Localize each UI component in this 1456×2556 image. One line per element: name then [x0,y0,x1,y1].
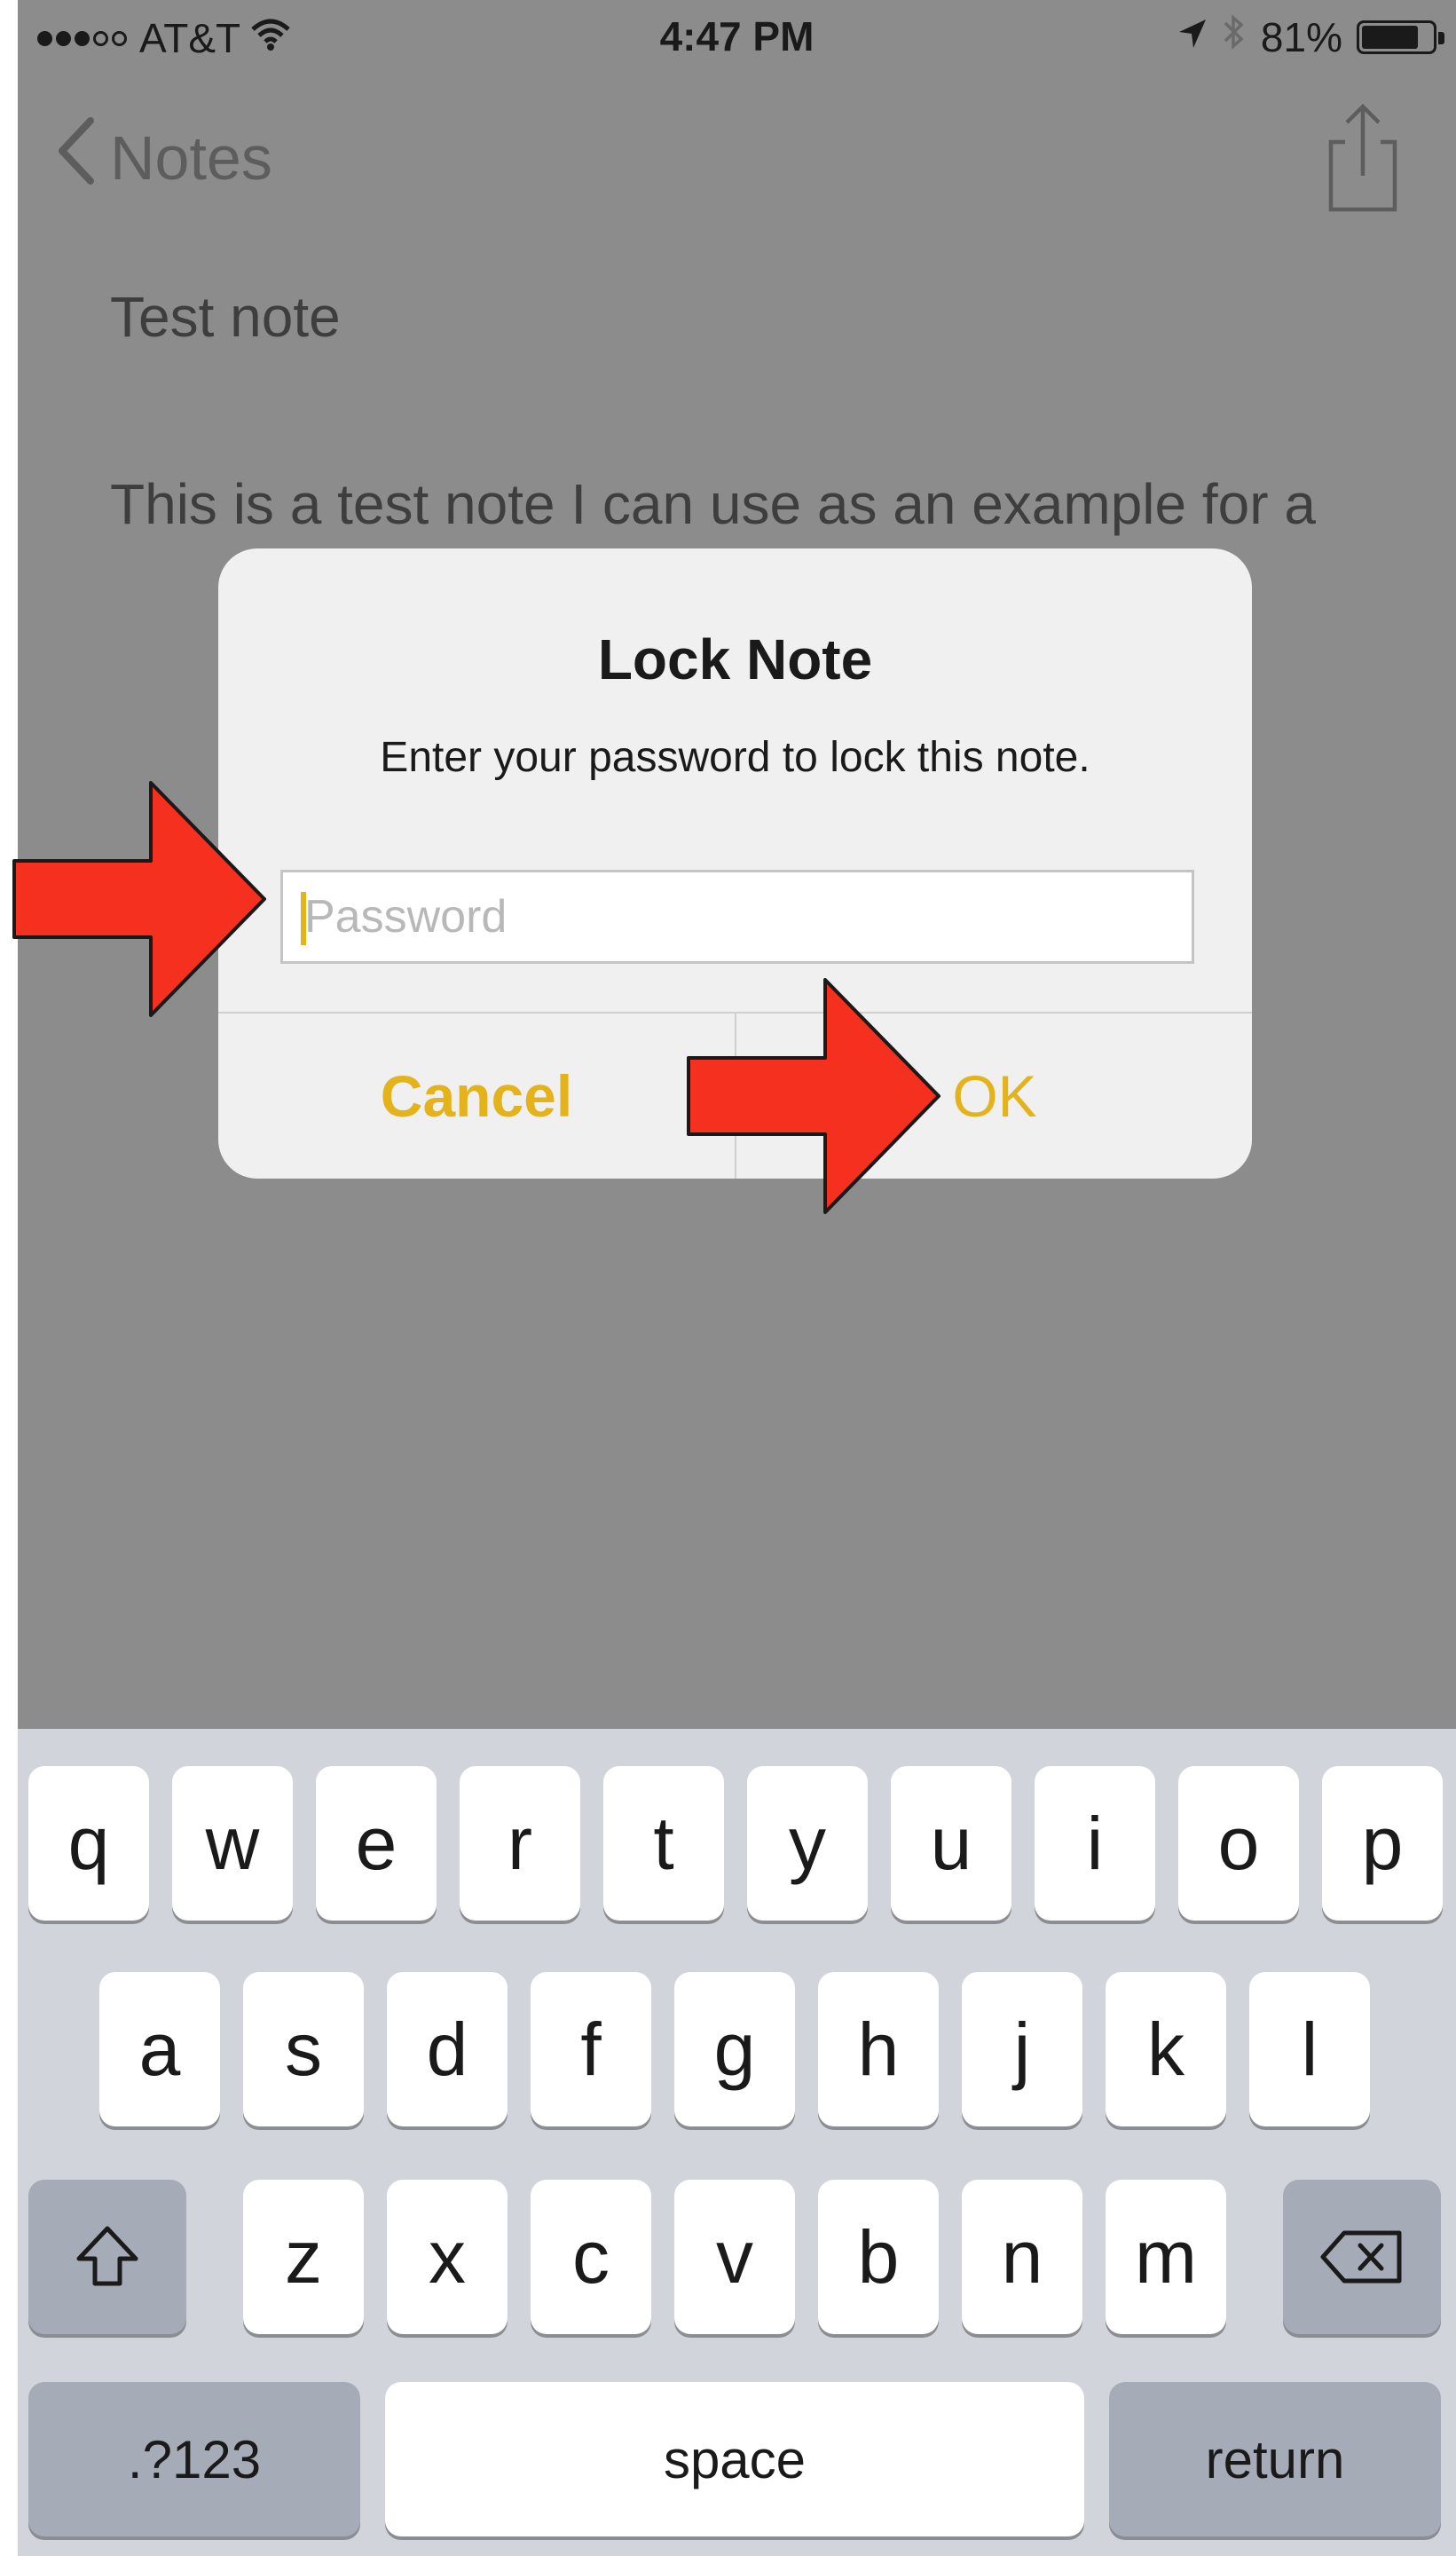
chevron-left-icon [53,115,98,201]
shift-key[interactable] [28,2180,186,2334]
delete-backward-icon [1320,2230,1402,2284]
keyboard: q w e r t y u i o p a s d f g h j k l z … [18,1729,1456,2556]
key-a[interactable]: a [99,1972,220,2126]
text-cursor [301,892,306,945]
location-arrow-icon [1176,13,1208,61]
back-button[interactable]: Notes [53,115,272,201]
key-v[interactable]: v [674,2180,795,2334]
password-field[interactable] [280,870,1194,964]
share-icon [1328,103,1397,212]
key-h[interactable]: h [818,1972,939,2126]
key-j[interactable]: j [962,1972,1082,2126]
space-key[interactable]: space [385,2382,1084,2536]
status-right: 81% [1176,12,1444,61]
key-o[interactable]: o [1178,1766,1299,1921]
key-p[interactable]: p [1322,1766,1443,1921]
bluetooth-icon [1222,12,1247,61]
key-m[interactable]: m [1106,2180,1226,2334]
key-d[interactable]: d [387,1972,508,2126]
key-k[interactable]: k [1106,1972,1226,2126]
red-arrow-password-icon [12,781,266,1017]
note-body[interactable]: This is a test note I can use as an exam… [110,457,1405,551]
dialog-title: Lock Note [597,627,873,691]
cancel-button[interactable]: Cancel [218,1014,735,1179]
return-key[interactable]: return [1109,2382,1441,2536]
dialog-message: Enter your password to lock this note. [380,734,1090,781]
key-x[interactable]: x [387,2180,508,2334]
key-s[interactable]: s [243,1972,364,2126]
key-i[interactable]: i [1035,1766,1155,1921]
key-l[interactable]: l [1249,1972,1370,2126]
key-n[interactable]: n [962,2180,1082,2334]
key-e[interactable]: e [316,1766,437,1921]
key-y[interactable]: y [747,1766,868,1921]
key-w[interactable]: w [172,1766,293,1921]
key-f[interactable]: f [531,1972,651,2126]
key-c[interactable]: c [531,2180,651,2334]
share-button[interactable] [1313,99,1411,215]
key-r[interactable]: r [460,1766,580,1921]
key-u[interactable]: u [891,1766,1011,1921]
key-q[interactable]: q [28,1766,149,1921]
key-g[interactable]: g [674,1972,795,2126]
battery-icon [1357,20,1444,54]
red-arrow-ok-icon [687,978,940,1214]
back-button-label: Notes [110,123,272,193]
status-bar: AT&T 4:47 PM 81% [18,0,1456,75]
battery-percent: 81% [1260,13,1342,60]
shift-icon [76,2226,138,2286]
key-b[interactable]: b [818,2180,939,2334]
numbers-key[interactable]: .?123 [28,2382,360,2536]
key-z[interactable]: z [243,2180,364,2334]
delete-key[interactable] [1283,2180,1441,2334]
note-title: Test note [110,285,341,349]
phone-screen: AT&T 4:47 PM 81% Notes Test note This is… [18,0,1456,2556]
password-input[interactable] [283,872,1192,961]
key-t[interactable]: t [603,1766,724,1921]
nav-bar: Notes [18,89,1456,222]
